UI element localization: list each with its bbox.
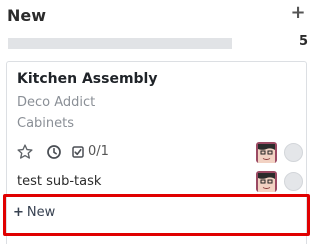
- task-project: Cabinets: [17, 116, 75, 131]
- subtask-count[interactable]: 0/1: [88, 144, 109, 159]
- column-count: 5: [299, 34, 309, 49]
- task-title: Kitchen Assembly: [17, 71, 158, 87]
- task-customer: Deco Addict: [17, 95, 96, 110]
- subtask-name[interactable]: test sub-task: [17, 174, 101, 189]
- progress-fill: [8, 38, 232, 49]
- status-indicator[interactable]: [284, 143, 303, 162]
- quick-add-button[interactable]: + New: [3, 194, 310, 236]
- status-indicator[interactable]: [284, 172, 303, 191]
- subtask-row[interactable]: test sub-task: [17, 171, 303, 193]
- plus-icon: +: [13, 205, 24, 220]
- star-icon[interactable]: [16, 143, 34, 161]
- quick-add-label: New: [26, 205, 56, 220]
- column-title[interactable]: New: [7, 6, 46, 25]
- checklist-icon[interactable]: [72, 146, 84, 158]
- column-progress-bar[interactable]: [8, 38, 232, 49]
- task-meta-row: 0/1: [16, 142, 303, 163]
- plus-icon[interactable]: +: [290, 4, 306, 22]
- avatar[interactable]: [256, 171, 277, 192]
- clock-icon[interactable]: [46, 144, 62, 160]
- kanban-column: New + 5 Kitchen Assembly Deco Addict Cab…: [0, 0, 315, 244]
- avatar[interactable]: [256, 142, 277, 163]
- quick-add-content: + New: [13, 205, 55, 220]
